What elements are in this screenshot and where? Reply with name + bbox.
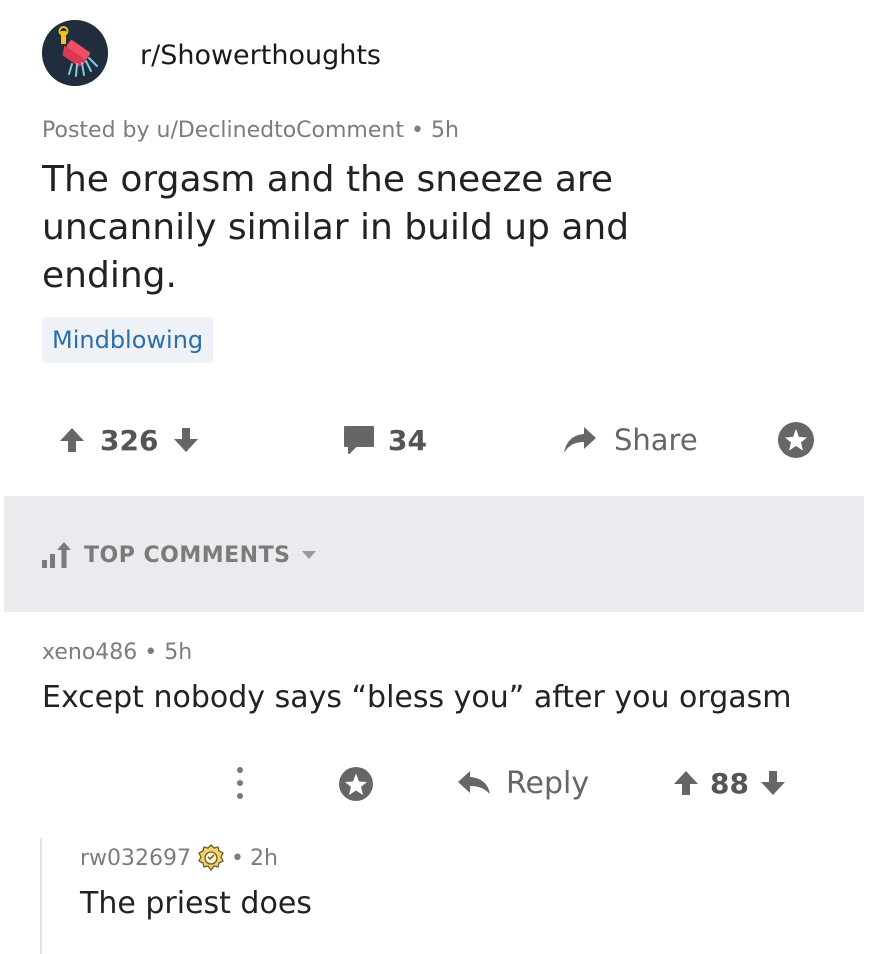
separator-dot: • xyxy=(410,118,431,143)
share-button[interactable]: Share xyxy=(562,418,698,462)
reply-author[interactable]: rw032697 xyxy=(80,846,191,871)
comment-body: Except nobody says “bless you” after you… xyxy=(42,680,792,715)
reply-button[interactable]: Reply xyxy=(456,762,589,804)
vertical-dots-icon xyxy=(228,764,252,802)
arrow-down-icon[interactable] xyxy=(759,769,787,797)
comments-button[interactable]: 34 xyxy=(342,418,427,462)
post-title[interactable]: The orgasm and the sneeze are uncannily … xyxy=(42,156,762,300)
sort-label: TOP COMMENTS xyxy=(84,542,291,568)
save-button[interactable] xyxy=(774,418,818,462)
bar-chart-icon xyxy=(40,540,74,570)
more-options-button[interactable] xyxy=(228,764,252,802)
reply-age: 2h xyxy=(250,845,278,871)
shower-head-icon xyxy=(42,20,108,86)
comment-vote-bar: 88 xyxy=(672,762,787,804)
comment-count: 34 xyxy=(388,423,427,457)
reply-meta: rw032697 • 2h xyxy=(80,842,278,874)
speech-bubble-icon xyxy=(342,424,376,456)
share-arrow-icon xyxy=(562,425,598,455)
arrow-down-icon[interactable] xyxy=(172,426,200,454)
comment-age: 5h xyxy=(164,640,193,665)
comment-score: 88 xyxy=(710,766,749,800)
subreddit-name[interactable]: r/Showerthoughts xyxy=(140,40,381,71)
post-age: 5h xyxy=(430,118,459,143)
share-label: Share xyxy=(614,423,698,457)
separator-dot: • xyxy=(231,845,245,871)
comment-meta: xeno486 • 5h xyxy=(42,640,192,665)
reply-arrow-icon xyxy=(456,769,492,797)
thread-line[interactable] xyxy=(40,838,42,954)
post-score: 326 xyxy=(100,423,159,457)
caret-down-icon xyxy=(300,549,318,561)
comment-author[interactable]: xeno486 xyxy=(42,640,137,665)
star-icon xyxy=(336,764,376,804)
vote-bar: 326 xyxy=(58,418,200,462)
arrow-up-icon[interactable] xyxy=(58,426,86,454)
post-flair[interactable]: Mindblowing xyxy=(42,317,214,363)
post-meta: Posted by u/DeclinedtoComment • 5h xyxy=(42,118,459,143)
separator-dot: • xyxy=(144,640,165,665)
reply-body: The priest does xyxy=(80,886,312,921)
reply-label: Reply xyxy=(506,765,590,801)
comment-save-button[interactable] xyxy=(336,764,376,804)
award-badge-icon xyxy=(197,844,225,872)
star-icon xyxy=(774,418,818,462)
post-author[interactable]: Posted by u/DeclinedtoComment xyxy=(42,118,404,143)
subreddit-avatar[interactable] xyxy=(42,20,108,86)
arrow-up-icon[interactable] xyxy=(672,769,700,797)
sort-dropdown[interactable]: TOP COMMENTS xyxy=(40,538,318,572)
